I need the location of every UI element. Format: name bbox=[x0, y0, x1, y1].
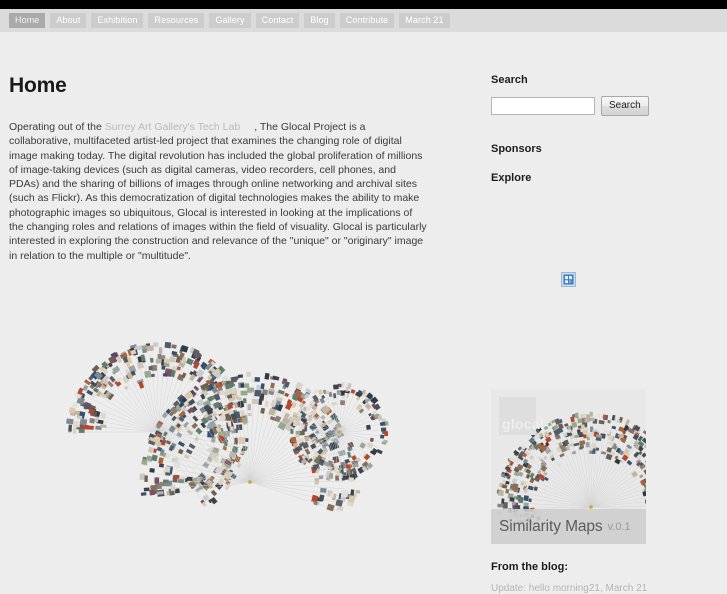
nav-item-exhibition[interactable]: Exhibition bbox=[91, 13, 143, 28]
explore-heading: Explore bbox=[491, 172, 719, 184]
nav-item-gallery[interactable]: Gallery bbox=[209, 13, 250, 28]
main-content: Home Operating out of the Surrey Art Gal… bbox=[9, 74, 429, 263]
blog-section: From the blog: Update: hello morning21, … bbox=[491, 561, 719, 594]
similarity-map-svg bbox=[0, 332, 430, 562]
intro-text-after-link: , The Glocal Project is a collaborative,… bbox=[9, 121, 427, 262]
main-navigation: Home About Exhibition Resources Gallery … bbox=[0, 9, 727, 32]
sidebar: Search Search Sponsors Explore gloc bbox=[491, 74, 719, 194]
glocal-logo: glocal bbox=[499, 397, 536, 435]
similarity-maps-promo[interactable]: glocal Similarity Maps v.0.1 bbox=[491, 389, 646, 544]
search-input[interactable] bbox=[491, 97, 595, 115]
nav-item-contribute[interactable]: Contribute bbox=[340, 13, 395, 28]
page-body: Home Operating out of the Surrey Art Gal… bbox=[0, 32, 727, 545]
intro-text-before-link: Operating out of the bbox=[9, 121, 105, 133]
blog-first-item[interactable]: Update: hello morning21, March 21 bbox=[491, 583, 719, 594]
nav-item-march-21[interactable]: March 21 bbox=[399, 13, 449, 28]
nav-item-blog[interactable]: Blog bbox=[304, 13, 334, 28]
promo-title: Similarity Maps bbox=[499, 518, 603, 536]
similarity-map-artwork[interactable] bbox=[0, 332, 430, 562]
tech-lab-link[interactable]: Surrey Art Gallery's Tech Lab bbox=[105, 121, 254, 133]
nav-item-about[interactable]: About bbox=[50, 13, 86, 28]
page-title: Home bbox=[9, 74, 429, 98]
nav-item-contact[interactable]: Contact bbox=[256, 13, 300, 28]
nav-item-resources[interactable]: Resources bbox=[148, 13, 204, 28]
intro-paragraph: Operating out of the Surrey Art Gallery'… bbox=[9, 120, 429, 263]
blog-heading: From the blog: bbox=[491, 561, 719, 573]
search-heading: Search bbox=[491, 74, 719, 86]
promo-version: v.0.1 bbox=[608, 521, 631, 533]
promo-caption: Similarity Maps v.0.1 bbox=[491, 509, 646, 544]
top-black-bar bbox=[0, 0, 727, 9]
search-button[interactable]: Search bbox=[601, 96, 649, 116]
broken-image-icon[interactable] bbox=[561, 272, 576, 287]
nav-item-home[interactable]: Home bbox=[9, 13, 45, 28]
sponsors-heading: Sponsors bbox=[491, 143, 719, 155]
search-row: Search bbox=[491, 96, 719, 116]
